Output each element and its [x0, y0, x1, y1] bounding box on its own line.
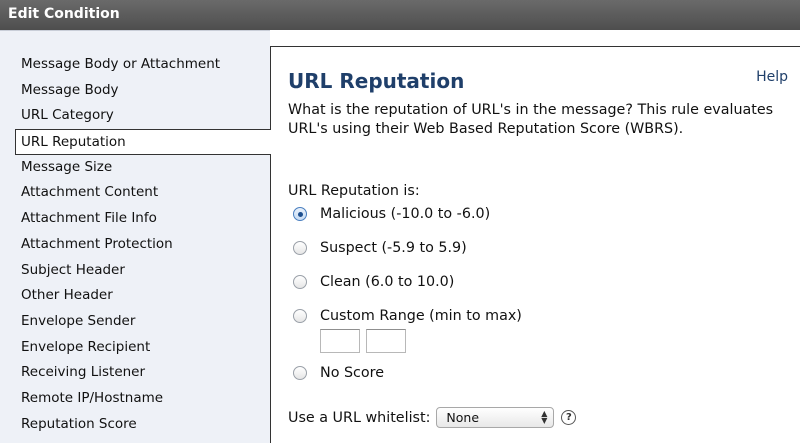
radio-label-no-score: No Score	[320, 365, 385, 381]
sidebar-item-reputation-score[interactable]: Reputation Score	[0, 412, 270, 438]
panel-description: What is the reputation of URL's in the m…	[288, 102, 774, 137]
radio-label-custom-range: Custom Range (min to max)	[320, 308, 522, 324]
url-reputation-label: URL Reputation is:	[288, 183, 420, 199]
sidebar-item-attachment-content[interactable]: Attachment Content	[0, 180, 270, 206]
sidebar-item-message-body[interactable]: Message Body	[0, 78, 270, 104]
sidebar-item-remote-ip-hostname[interactable]: Remote IP/Hostname	[0, 386, 270, 412]
condition-detail-panel: URL Reputation Help What is the reputati…	[270, 46, 800, 443]
radio-button-clean[interactable]	[293, 275, 307, 289]
radio-option-no-score[interactable]: No Score	[293, 363, 384, 383]
sidebar-item-envelope-recipient[interactable]: Envelope Recipient	[0, 335, 270, 361]
custom-range-max-input[interactable]	[366, 329, 406, 353]
sidebar-item-subject-header[interactable]: Subject Header	[0, 258, 270, 284]
dialog-title: Edit Condition	[8, 6, 120, 22]
dialog-title-bar: Edit Condition	[0, 0, 800, 30]
radio-button-malicious[interactable]	[293, 207, 307, 221]
radio-label-clean: Clean (6.0 to 10.0)	[320, 274, 455, 290]
radio-label-suspect: Suspect (-5.9 to 5.9)	[320, 240, 467, 256]
sidebar-item-other-header[interactable]: Other Header	[0, 283, 270, 309]
url-whitelist-label: Use a URL whitelist:	[288, 409, 431, 426]
sidebar-item-receiving-listener[interactable]: Receiving Listener	[0, 360, 270, 386]
url-whitelist-selected-value: None	[446, 410, 480, 425]
sidebar-item-message-body-or-attachment[interactable]: Message Body or Attachment	[0, 52, 270, 78]
custom-range-min-input[interactable]	[320, 329, 360, 353]
radio-button-suspect[interactable]	[293, 241, 307, 255]
sidebar-item-attachment-file-info[interactable]: Attachment File Info	[0, 206, 270, 232]
sidebar-item-message-size[interactable]: Message Size	[0, 155, 270, 181]
radio-option-clean[interactable]: Clean (6.0 to 10.0)	[293, 272, 454, 292]
radio-button-no-score[interactable]	[293, 366, 307, 380]
radio-button-custom-range[interactable]	[293, 309, 307, 323]
radio-option-suspect[interactable]: Suspect (-5.9 to 5.9)	[293, 238, 467, 258]
question-mark-icon[interactable]: ?	[561, 410, 577, 425]
condition-type-sidebar: Message Body or Attachment Message Body …	[0, 30, 271, 443]
select-updown-arrows-icon: ▲ ▼	[541, 409, 548, 425]
radio-label-malicious: Malicious (-10.0 to -6.0)	[320, 206, 491, 222]
sidebar-item-attachment-protection[interactable]: Attachment Protection	[0, 232, 270, 258]
sidebar-item-url-category[interactable]: URL Category	[0, 103, 270, 129]
condition-type-list: Message Body or Attachment Message Body …	[0, 31, 271, 438]
panel-title: URL Reputation	[288, 69, 465, 93]
help-link[interactable]: Help	[756, 69, 788, 85]
radio-option-malicious[interactable]: Malicious (-10.0 to -6.0)	[293, 204, 490, 224]
url-whitelist-row: Use a URL whitelist: None ▲ ▼ ?	[288, 407, 577, 428]
sidebar-item-envelope-sender[interactable]: Envelope Sender	[0, 309, 270, 335]
sidebar-item-url-reputation[interactable]: URL Reputation	[15, 129, 271, 155]
radio-option-custom-range[interactable]: Custom Range (min to max)	[293, 306, 522, 326]
url-whitelist-select[interactable]: None ▲ ▼	[436, 407, 555, 428]
